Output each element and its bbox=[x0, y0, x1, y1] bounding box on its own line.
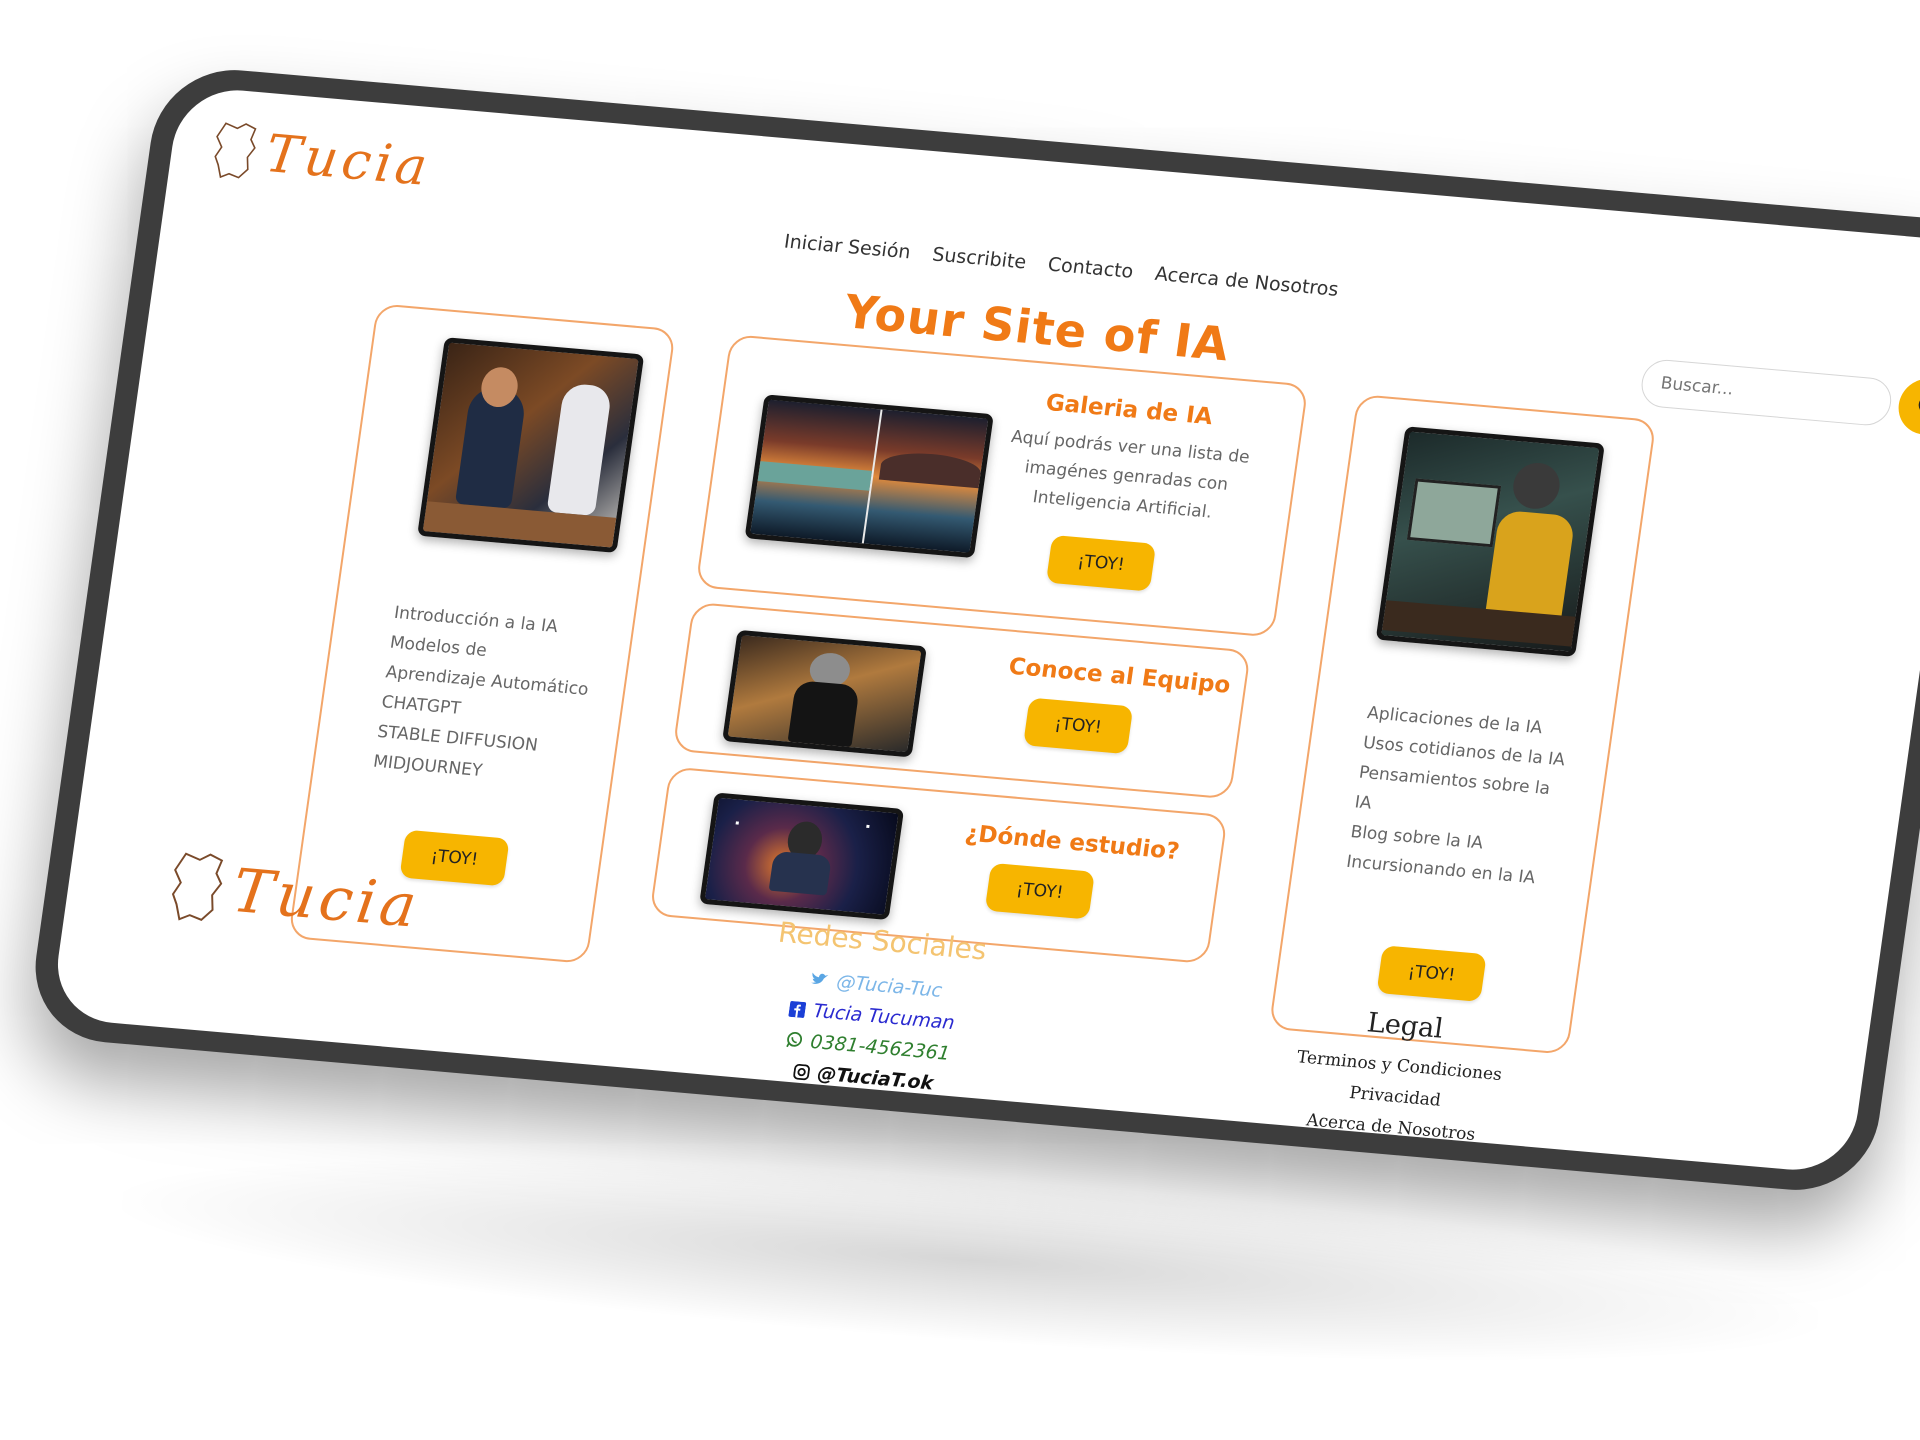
brand-wordmark: Tucia bbox=[261, 124, 435, 199]
thumb-landscape-gallery-image bbox=[744, 394, 994, 559]
header-logo[interactable]: Tucia bbox=[208, 118, 435, 199]
nav-item-about[interactable]: Acerca de Nosotros bbox=[1154, 263, 1340, 301]
applications-topic-list: Aplicaciones de la IA Usos cotidianos de… bbox=[1344, 698, 1571, 894]
nav-item-login[interactable]: Iniciar Sesión bbox=[783, 230, 912, 263]
applications-toy-button[interactable]: ¡TOY! bbox=[1376, 945, 1487, 1002]
social-section: Redes Sociales @Tucia-Tuc Tucia Tucuman … bbox=[752, 915, 995, 1102]
tablet-device: Tucia Iniciar Sesión Suscribite Contacto… bbox=[25, 63, 1920, 1197]
card-gallery: Galeria de IA Aquí podrás ver una lista … bbox=[695, 334, 1309, 638]
study-title: ¿Dónde estudio? bbox=[963, 820, 1182, 866]
footer-brand-wordmark: Tucia bbox=[228, 856, 425, 942]
nav-item-contact[interactable]: Contacto bbox=[1046, 254, 1134, 283]
magnifier-icon bbox=[1918, 395, 1920, 414]
search-bar bbox=[1638, 354, 1920, 438]
legal-section: Legal Terminos y Condiciones Privacidad … bbox=[1264, 1000, 1532, 1155]
intro-topic-list: Introducción a la IA Modelos de Aprendiz… bbox=[371, 598, 599, 794]
gallery-description: Aquí podrás ver una lista de imagénes ge… bbox=[1009, 427, 1251, 523]
tucuman-map-outline-icon bbox=[171, 852, 224, 921]
search-button[interactable] bbox=[1894, 376, 1920, 438]
mockup-stage: Tucia Iniciar Sesión Suscribite Contacto… bbox=[0, 0, 1920, 1440]
thumb-man-and-robot-image bbox=[417, 337, 645, 553]
card-applications: Aplicaciones de la IA Usos cotidianos de… bbox=[1268, 393, 1657, 1055]
facebook-icon bbox=[788, 1000, 807, 1018]
twitter-handle: @Tucia-Tuc bbox=[835, 970, 944, 1002]
gallery-toy-button[interactable]: ¡TOY! bbox=[1045, 534, 1157, 592]
website-screen: Tucia Iniciar Sesión Suscribite Contacto… bbox=[49, 85, 1920, 1175]
thumb-robot-computer-image bbox=[1375, 426, 1605, 657]
instagram-handle: @TuciaT.ok bbox=[815, 1062, 935, 1095]
team-title: Conoce al Equipo bbox=[1007, 653, 1233, 699]
gallery-title: Galeria de IA bbox=[1044, 389, 1215, 431]
search-input[interactable] bbox=[1638, 357, 1895, 428]
nav-item-subscribe[interactable]: Suscribite bbox=[931, 243, 1028, 273]
thumb-student-image bbox=[699, 792, 905, 921]
instagram-icon bbox=[793, 1063, 810, 1080]
whatsapp-icon bbox=[785, 1031, 802, 1048]
team-toy-button[interactable]: ¡TOY! bbox=[1023, 697, 1134, 755]
thumb-raccoon-image bbox=[722, 629, 927, 758]
card-team: Conoce al Equipo ¡TOY! bbox=[672, 601, 1252, 800]
tucuman-map-outline-icon bbox=[214, 122, 257, 179]
twitter-bird-icon bbox=[811, 972, 829, 984]
study-toy-button[interactable]: ¡TOY! bbox=[984, 862, 1095, 920]
